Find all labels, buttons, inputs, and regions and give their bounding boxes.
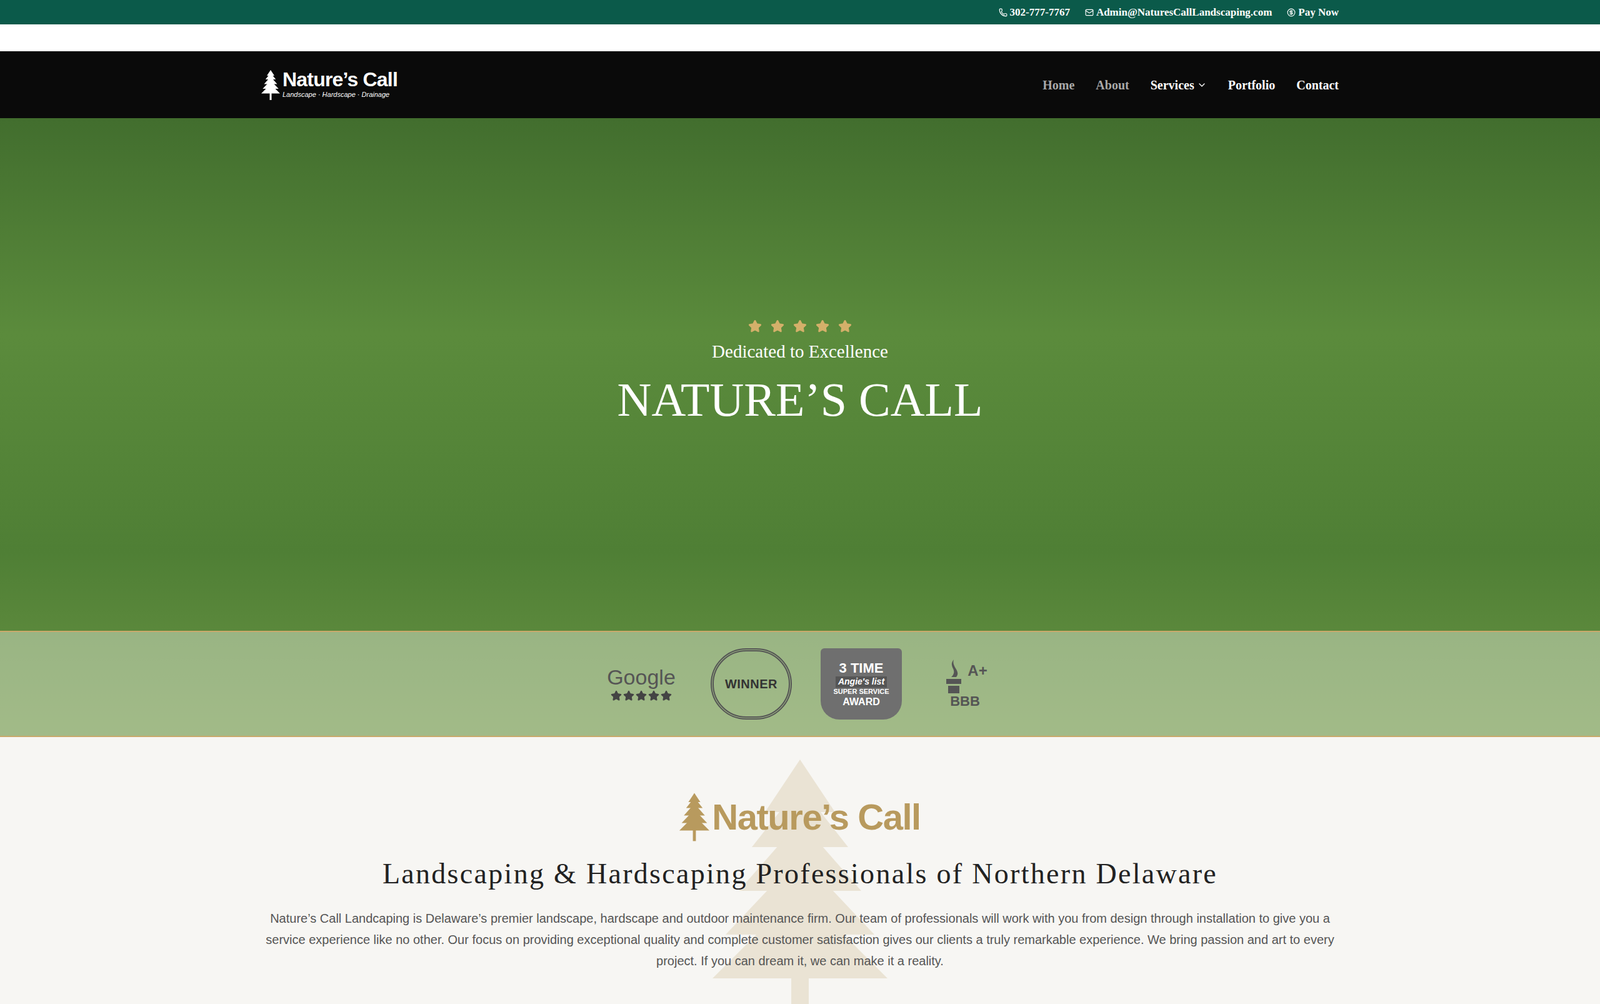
star-icon: [610, 690, 622, 702]
dollar-icon: [1286, 8, 1296, 17]
top-bar: 302-777-7767 Admin@NaturesCallLandscaping…: [0, 0, 1600, 25]
tree-icon: [261, 67, 280, 103]
intro-logo: Nature’s Call: [679, 786, 921, 847]
hero-stars: [748, 319, 852, 334]
google-badge: Google: [600, 666, 682, 702]
chevron-down-icon: [1196, 80, 1207, 90]
email-link[interactable]: Admin@NaturesCallLandscaping.com: [1085, 4, 1272, 21]
nav-bar: Nature’s CallLandscape · Hardscape · Dra…: [0, 51, 1600, 119]
nav-item[interactable]: Portfolio: [1228, 75, 1276, 95]
star-icon: [838, 319, 852, 334]
star-icon: [648, 690, 660, 702]
bbb-badge: A+BBB: [930, 648, 1000, 720]
star-icon: [660, 690, 672, 702]
intro-heading: Landscaping & Hardscaping Professionals …: [382, 851, 1218, 895]
star-icon: [770, 319, 785, 334]
winner-badge: WINNER: [710, 648, 792, 720]
nav-item[interactable]: Home: [1042, 75, 1075, 95]
star-icon: [793, 319, 807, 334]
nav-menu: Home About Services Portfolio Contact: [1042, 75, 1339, 95]
hero-title: NATURE’S CALL: [617, 370, 984, 430]
nav-item[interactable]: Services: [1150, 75, 1207, 95]
tree-icon: [679, 786, 710, 847]
mail-icon: [1085, 8, 1094, 17]
logo[interactable]: Nature’s CallLandscape · Hardscape · Dra…: [261, 67, 398, 103]
nav-item[interactable]: About: [1095, 75, 1129, 95]
star-icon: [635, 690, 647, 702]
star-icon: [748, 319, 762, 334]
pay-link[interactable]: Pay Now: [1286, 4, 1339, 21]
phone-icon: [998, 8, 1008, 17]
hero: Dedicated to Excellence NATURE’S CALL Goog…: [0, 118, 1600, 737]
intro-body: Nature’s Call Landcaping is Delaware’s p…: [262, 907, 1338, 972]
badge-strip: Google WINNER 3 TIMEAngie's listSUPER SERV…: [0, 630, 1600, 737]
intro-section: Nature’s CallLandscaping & Hardscaping P…: [0, 736, 1600, 1004]
nav-item[interactable]: Contact: [1296, 75, 1339, 95]
star-icon: [815, 319, 830, 334]
torch-icon: [942, 659, 965, 695]
angies-badge: 3 TIMEAngie's listSUPER SERVICEAWARD: [820, 648, 902, 720]
hero-subtitle: Dedicated to Excellence: [711, 338, 889, 366]
star-icon: [623, 690, 635, 702]
page: 302-777-7767 Admin@NaturesCallLandscaping…: [0, 0, 1600, 1004]
phone-link[interactable]: 302-777-7767: [998, 4, 1070, 21]
